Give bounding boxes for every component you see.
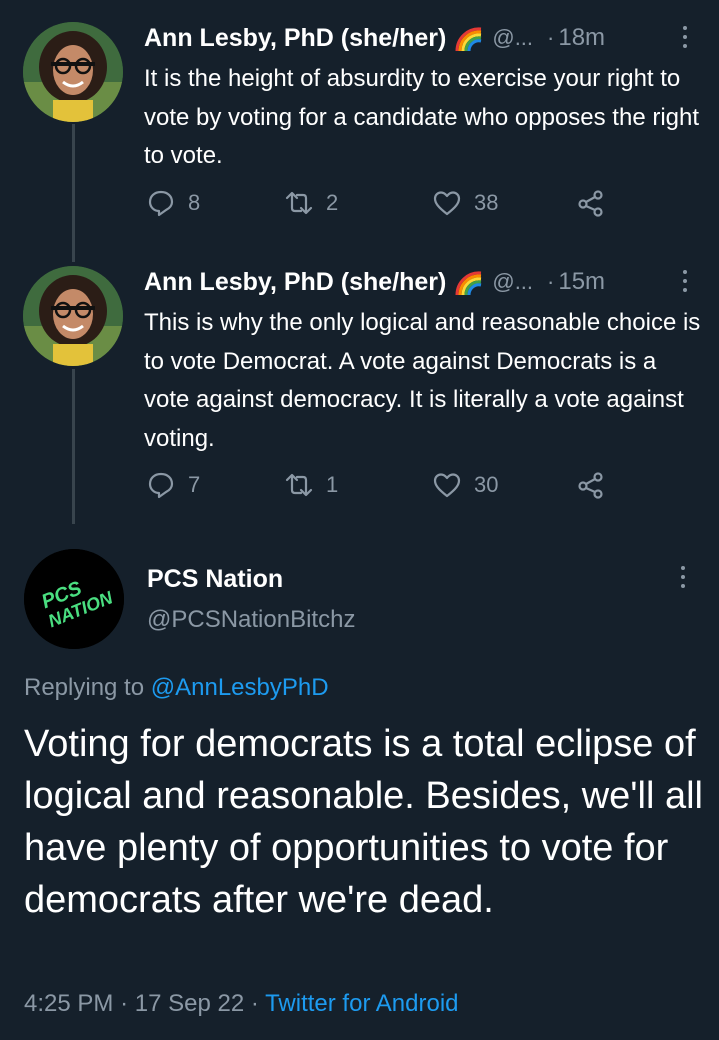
retweet-button[interactable]: 1: [284, 470, 338, 500]
share-icon: [578, 190, 603, 217]
more-options-icon[interactable]: [681, 26, 689, 50]
retweet-count: 1: [326, 472, 339, 497]
separator: ·: [547, 269, 555, 294]
author-name[interactable]: Ann Lesby, PhD (she/her): [144, 268, 446, 297]
retweet-icon: [285, 191, 313, 215]
rainbow-emoji-icon: [455, 27, 482, 52]
timestamp[interactable]: 18m: [558, 24, 605, 52]
heart-icon: [433, 191, 461, 216]
separator: ·: [250, 990, 259, 1017]
reply-button[interactable]: 8: [146, 188, 200, 218]
pcs-nation-avatar[interactable]: PCS NATION: [24, 549, 124, 649]
thread-tweet[interactable]: Ann Lesby, PhD (she/her) @... · 18m It i…: [0, 20, 719, 235]
like-count: 38: [474, 190, 499, 215]
author-handle[interactable]: @PCSNationBitchz: [147, 606, 355, 634]
avatar[interactable]: [23, 266, 123, 366]
author-name[interactable]: Ann Lesby, PhD (she/her): [144, 24, 446, 53]
author-name[interactable]: PCS Nation: [147, 565, 283, 594]
avatar[interactable]: [23, 22, 123, 122]
reply-count: 7: [188, 472, 201, 497]
author-handle[interactable]: @...: [492, 25, 533, 51]
tweet-text: It is the height of absurdity to exercis…: [144, 65, 700, 169]
replying-to: Replying to @AnnLesbyPhD: [24, 674, 329, 702]
more-options-icon[interactable]: [681, 270, 689, 294]
source-link[interactable]: Twitter for Android: [265, 990, 458, 1017]
like-button[interactable]: 30: [432, 470, 498, 500]
thread-tweet[interactable]: Ann Lesby, PhD (she/her) @... · 15m This…: [0, 264, 719, 514]
heart-icon: [433, 473, 461, 498]
mention-link[interactable]: @AnnLesbyPhD: [151, 674, 329, 701]
retweet-icon: [285, 473, 313, 497]
share-button[interactable]: [576, 188, 618, 218]
main-tweet-text: Voting for democrats is a total eclipse …: [24, 723, 703, 921]
reply-count: 8: [188, 190, 201, 215]
rainbow-emoji-icon: [455, 271, 482, 296]
share-button[interactable]: [576, 470, 618, 500]
reply-icon: [148, 472, 174, 499]
tweet-actions: 8 2 38: [146, 188, 626, 224]
share-icon: [578, 472, 603, 499]
timestamp[interactable]: 15m: [558, 268, 605, 296]
retweet-count: 2: [326, 190, 339, 215]
like-button[interactable]: 38: [432, 188, 498, 218]
separator: ·: [120, 990, 129, 1017]
tweet-actions: 7 1 30: [146, 470, 626, 506]
replying-label: Replying to: [24, 674, 145, 701]
author-handle[interactable]: @...: [492, 269, 533, 295]
reply-button[interactable]: 7: [146, 470, 200, 500]
tweet-date[interactable]: 17 Sep 22: [135, 990, 244, 1017]
reply-icon: [148, 190, 174, 217]
separator: ·: [547, 25, 555, 50]
like-count: 30: [474, 472, 499, 497]
tweet-time[interactable]: 4:25 PM: [24, 990, 113, 1017]
tweet-text: This is why the only logical and reasona…: [144, 309, 701, 452]
retweet-button[interactable]: 2: [284, 188, 338, 218]
tweet-meta: 4:25 PM · 17 Sep 22 · Twitter for Androi…: [24, 990, 459, 1018]
more-options-icon[interactable]: [679, 566, 687, 590]
